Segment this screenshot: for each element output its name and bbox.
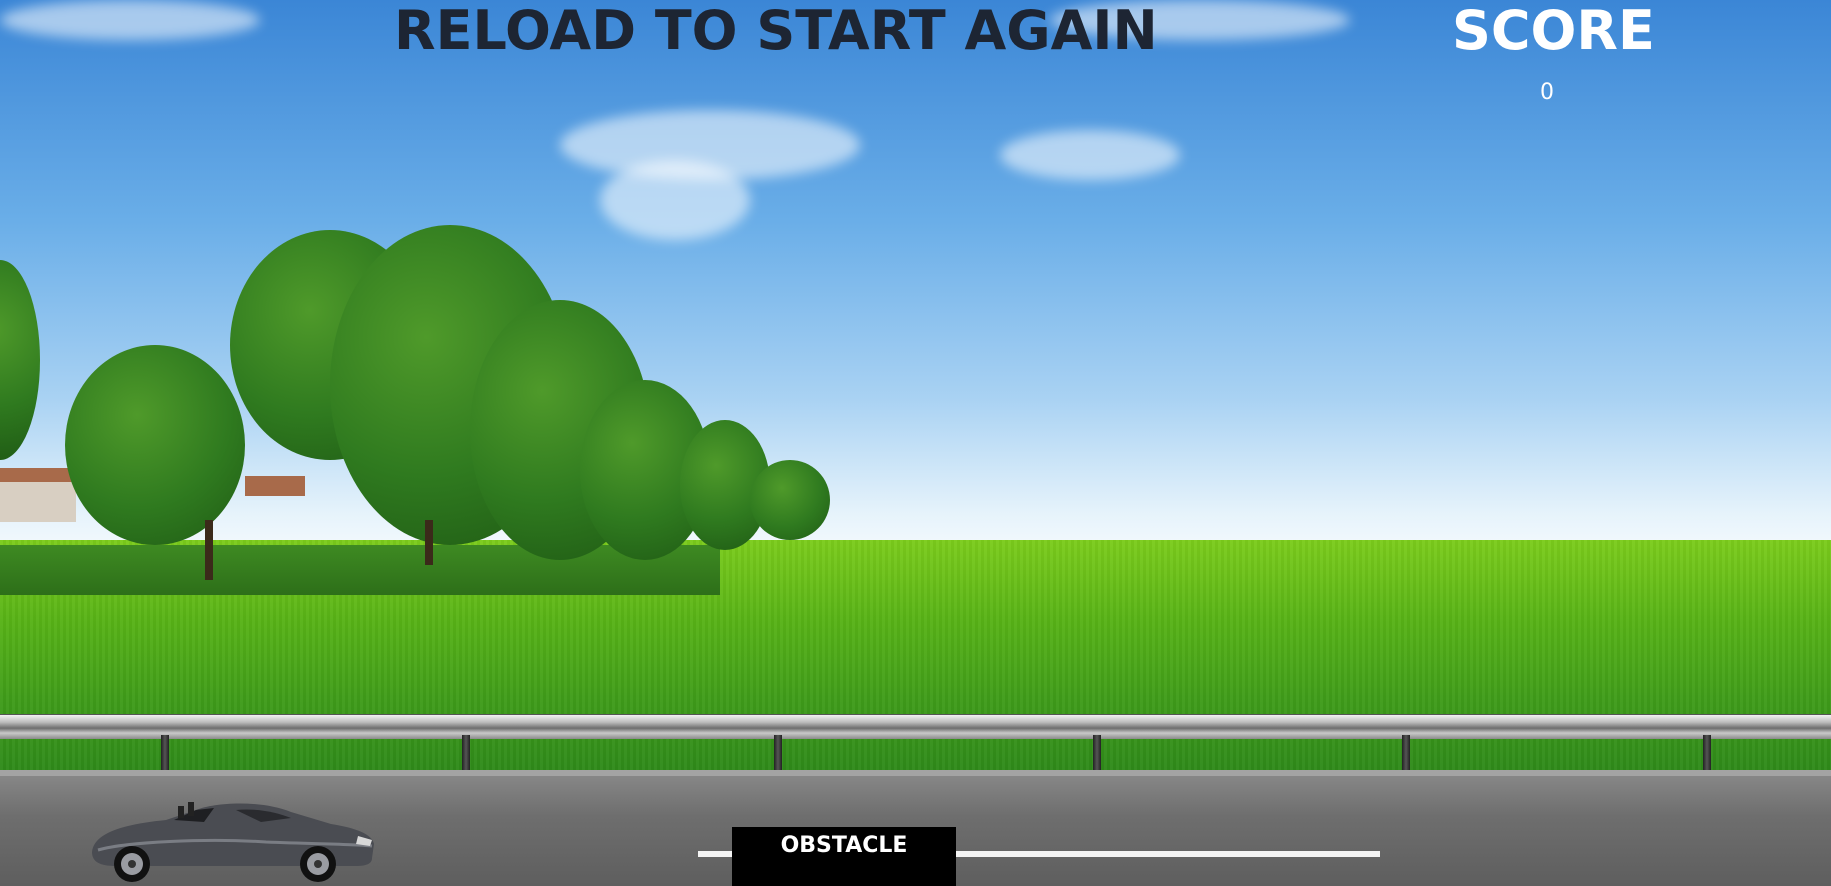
guardrail-post <box>462 735 470 775</box>
tree <box>65 345 245 545</box>
tree-trunk <box>425 520 433 565</box>
tree-trunk <box>205 520 213 580</box>
guardrail-post <box>1093 735 1101 775</box>
cloud <box>600 160 750 240</box>
guardrail-post <box>161 735 169 775</box>
obstacle: OBSTACLE <box>732 827 956 886</box>
guardrail-post <box>774 735 782 775</box>
house-roof <box>245 476 305 496</box>
hedge <box>0 545 720 595</box>
guardrail <box>0 714 1831 739</box>
tree <box>0 260 40 460</box>
restart-instruction: RELOAD TO START AGAIN <box>394 0 1158 62</box>
cloud <box>1000 130 1180 180</box>
road-edge <box>0 770 1831 776</box>
tree <box>750 460 830 540</box>
guardrail-post <box>1703 735 1711 775</box>
score-label: SCORE <box>1452 0 1655 62</box>
score-value: 0 <box>1540 80 1554 105</box>
car-icon[interactable] <box>86 792 378 882</box>
game-scene[interactable]: RELOAD TO START AGAIN SCORE 0 OBSTACLE <box>0 0 1831 886</box>
guardrail-post <box>1402 735 1410 775</box>
cloud <box>0 0 260 40</box>
house <box>0 482 76 522</box>
